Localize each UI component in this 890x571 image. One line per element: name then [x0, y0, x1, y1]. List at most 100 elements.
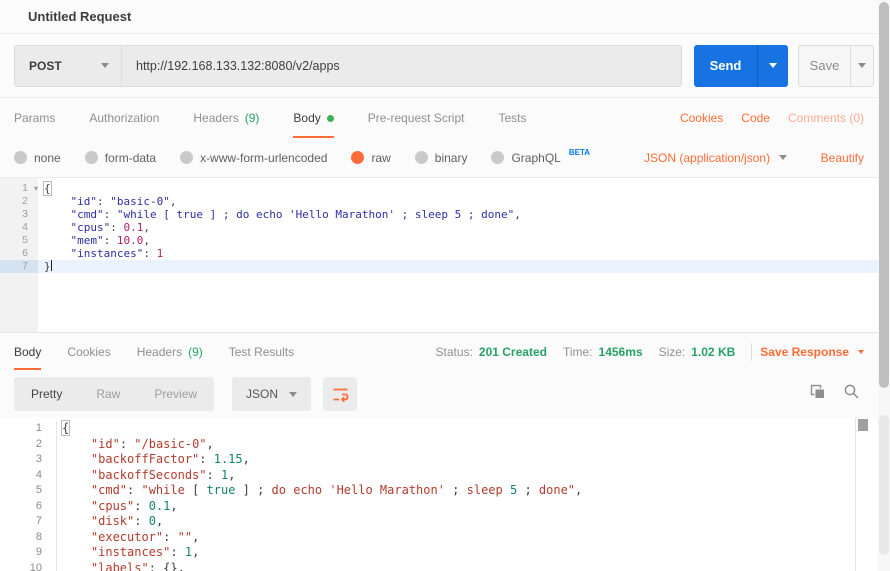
tab-label: Authorization: [89, 111, 159, 125]
token: "labels": [91, 561, 149, 571]
request-tabs-left: Params Authorization Headers(9) Body Pre-req…: [14, 98, 561, 138]
token: "while: [141, 483, 192, 497]
response-tab-headers[interactable]: Headers(9): [137, 333, 203, 370]
token: :: [134, 499, 148, 513]
wrap-text-button[interactable]: [323, 377, 357, 411]
line-number: 6: [0, 247, 38, 260]
modified-dot-icon: [327, 115, 334, 122]
body-type-binary[interactable]: binary: [415, 151, 468, 165]
tab-label: Cookies: [67, 345, 110, 359]
line-number: 5: [0, 234, 38, 247]
token: {},: [163, 561, 185, 571]
code-text: {: [57, 421, 69, 437]
view-pretty[interactable]: Pretty: [14, 387, 79, 401]
token: 0: [149, 514, 156, 528]
body-type-raw[interactable]: raw: [351, 151, 390, 165]
tab-params[interactable]: Params: [14, 98, 55, 138]
token: ] ;: [235, 483, 271, 497]
code-line: 1{: [0, 421, 890, 437]
response-body-editor[interactable]: 1{2 "id": "/basic-0",3 "backoffFactor": …: [0, 418, 890, 571]
token: "instances": [91, 545, 170, 559]
token: "backoffFactor": [91, 452, 199, 466]
token: :: [134, 514, 148, 528]
chevron-down-icon: [101, 63, 109, 68]
body-type-x-www-form-urlencoded[interactable]: x-www-form-urlencoded: [180, 151, 327, 165]
request-body-editor[interactable]: 1▾{2 "id": "basic-0",3 "cmd": "while [ t…: [0, 178, 890, 332]
code-text: "labels": {},: [57, 561, 185, 571]
line-number: 10: [0, 561, 57, 571]
token: "/basic-0": [134, 437, 206, 451]
tab-headers[interactable]: Headers(9): [193, 98, 259, 138]
tab-tests[interactable]: Tests: [498, 98, 526, 138]
page-scrollbar-thumb[interactable]: [879, 2, 889, 388]
url-input[interactable]: http://192.168.133.132:8080/v2/apps: [121, 45, 682, 87]
copy-button[interactable]: [809, 383, 827, 406]
save-button[interactable]: Save: [799, 46, 850, 86]
response-tab-body[interactable]: Body: [14, 333, 41, 370]
save-response-label: Save Response: [760, 345, 849, 359]
token: "cpus": [91, 499, 134, 513]
code-line: 10 "labels": {},: [0, 561, 890, 571]
save-response-button[interactable]: Save Response: [760, 345, 864, 359]
radio-label: raw: [371, 151, 390, 165]
link-comments-0[interactable]: Comments (0): [788, 111, 864, 125]
response-tab-test-results[interactable]: Test Results: [229, 333, 294, 370]
radio-icon: [415, 151, 428, 164]
method-select[interactable]: POST: [14, 45, 121, 87]
content-type-select[interactable]: JSON (application/json): [644, 151, 787, 165]
response-tab-cookies[interactable]: Cookies: [67, 333, 110, 370]
body-type-form-data[interactable]: form-data: [85, 151, 156, 165]
token: [62, 514, 91, 528]
view-preview[interactable]: Preview: [137, 387, 214, 401]
token: "id": [91, 437, 120, 451]
token: "": [178, 530, 192, 544]
token: ,: [207, 437, 214, 451]
tab-pre-request-script[interactable]: Pre-request Script: [368, 98, 465, 138]
line-number: 9: [0, 545, 57, 561]
token: [62, 530, 91, 544]
editor-scrollbar[interactable]: [855, 418, 868, 571]
code-line: 4 "cpus": 0.1,: [0, 221, 890, 234]
page-scrollbar-thumb-secondary[interactable]: [879, 415, 889, 555]
token: ,: [170, 195, 177, 208]
body-type-graphql[interactable]: GraphQLBETA: [491, 151, 590, 165]
meta-time: Time:1456ms: [563, 345, 643, 359]
token: "backoffSeconds": [91, 468, 207, 482]
body-type-none[interactable]: none: [14, 151, 61, 165]
chevron-down-icon: [858, 63, 866, 68]
meta-value: 201 Created: [479, 345, 547, 359]
tab-label: Test Results: [229, 345, 294, 359]
request-tabs-right: Cookies Code Comments (0): [680, 98, 864, 138]
tab-body[interactable]: Body: [293, 98, 333, 138]
link-cookies[interactable]: Cookies: [680, 111, 723, 125]
line-number: 5: [0, 483, 57, 499]
token: :: [207, 468, 221, 482]
tab-authorization[interactable]: Authorization: [89, 98, 159, 138]
token: true: [207, 483, 236, 497]
code-line: 7 "disk": 0,: [0, 514, 890, 530]
beautify-button[interactable]: Beautify: [821, 151, 864, 165]
search-button[interactable]: [843, 383, 860, 405]
code-line: 2 "id": "basic-0",: [0, 195, 890, 208]
token: do echo 'Hello Marathon': [272, 483, 445, 497]
chevron-down-icon: [858, 350, 864, 354]
response-format-select[interactable]: JSON: [232, 377, 311, 411]
tab-label: Pre-request Script: [368, 111, 465, 125]
editor-scrollbar-thumb[interactable]: [858, 419, 868, 431]
token: :: [163, 530, 177, 544]
line-number: 1▾: [0, 182, 38, 195]
meta-status: Status:201 Created: [436, 345, 547, 359]
token: 10.0: [117, 234, 144, 247]
fold-caret-icon[interactable]: ▾: [34, 182, 38, 195]
send-options-button[interactable]: [757, 45, 788, 87]
code-text: "cmd": "while [ true ] ; do echo 'Hello …: [57, 483, 582, 499]
token: ,: [143, 234, 150, 247]
content-type-label: JSON (application/json): [644, 151, 770, 165]
token: {: [44, 182, 51, 195]
view-raw[interactable]: Raw: [79, 387, 137, 401]
token: ,: [243, 452, 250, 466]
page-scrollbar[interactable]: [878, 0, 890, 571]
save-options-button[interactable]: [850, 46, 873, 86]
send-button[interactable]: Send: [694, 45, 757, 87]
link-code[interactable]: Code: [741, 111, 770, 125]
